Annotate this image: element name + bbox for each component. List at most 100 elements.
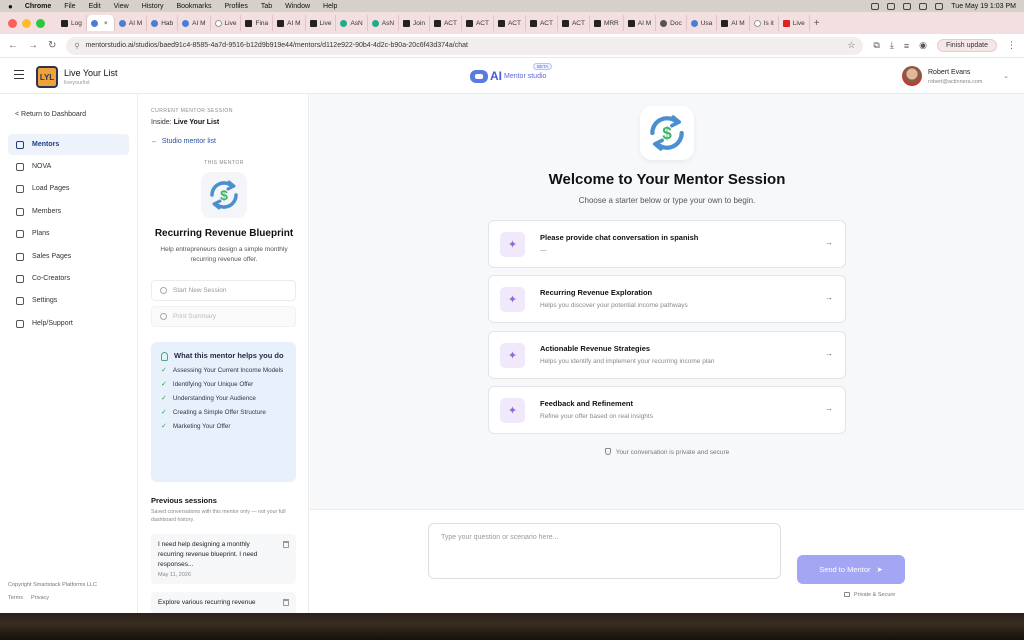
session-item[interactable]: I need help designing a monthly recurrin… xyxy=(151,534,296,584)
menu-tab[interactable]: Tab xyxy=(261,3,272,10)
browser-tab[interactable]: Usa xyxy=(687,15,718,31)
chrome-menu-icon[interactable]: ⋮ xyxy=(1007,40,1016,51)
browser-tab[interactable]: AI M xyxy=(273,15,306,31)
browser-tab[interactable]: AI M xyxy=(624,15,657,31)
browser-tab[interactable]: ACT xyxy=(462,15,494,31)
terms-link[interactable]: Terms xyxy=(8,595,23,601)
status-icon[interactable] xyxy=(887,2,896,10)
profile-icon[interactable]: ◉ xyxy=(919,40,927,51)
menu-chrome[interactable]: Chrome xyxy=(25,3,51,10)
menu-window[interactable]: Window xyxy=(285,3,310,10)
browser-tab[interactable]: Log xyxy=(57,15,87,31)
apple-icon[interactable]: ● xyxy=(8,2,13,11)
session-item[interactable]: Explore various recurring revenue xyxy=(151,592,296,613)
menu-profiles[interactable]: Profiles xyxy=(224,3,247,10)
site-info-icon[interactable]: ⚲ xyxy=(74,42,79,50)
browser-tab[interactable]: ACT xyxy=(558,15,590,31)
close-tab-icon[interactable]: × xyxy=(104,20,108,27)
user-avatar[interactable] xyxy=(902,66,922,86)
app-window: LYL Live Your List liveyourlist AI Mento… xyxy=(0,58,1024,613)
sidebar-item-members[interactable]: Members xyxy=(8,201,129,222)
browser-tab[interactable]: ACT xyxy=(494,15,526,31)
browser-tab[interactable]: Join xyxy=(399,15,430,31)
download-icon[interactable]: ⤓ xyxy=(890,40,894,51)
studio-logo[interactable]: LYL xyxy=(36,66,58,88)
welcome-subtitle: Choose a starter below or type your own … xyxy=(578,196,756,205)
studio-mentor-list-link[interactable]: ← Studio mentor list xyxy=(151,138,216,145)
sidebar-item-sales-pages[interactable]: Sales Pages xyxy=(8,246,129,267)
starter-card[interactable]: ✦ Recurring Revenue Exploration Helps yo… xyxy=(488,275,846,323)
minimize-window-icon[interactable] xyxy=(22,18,31,28)
browser-tab[interactable]: Live xyxy=(306,15,337,31)
menu-edit[interactable]: Edit xyxy=(89,3,101,10)
tab-favicon-icon xyxy=(561,19,569,27)
tab-favicon-icon xyxy=(529,19,537,27)
address-bar[interactable]: ⚲ mentorstudio.ai/studios/baed91c4-8585-… xyxy=(66,36,864,55)
menu-file[interactable]: File xyxy=(64,3,75,10)
recurring-dollar-icon: $ xyxy=(210,180,238,210)
sidebar-item-nova[interactable]: NOVA xyxy=(8,156,129,177)
browser-tab[interactable]: Fina xyxy=(241,15,274,31)
check-icon: ✓ xyxy=(161,423,167,430)
trash-icon[interactable] xyxy=(283,541,289,548)
browser-tab[interactable]: Hab xyxy=(147,15,179,31)
send-to-mentor-button[interactable]: Send to Mentor ➤ xyxy=(797,555,905,584)
print-summary-button[interactable]: Print Summary xyxy=(151,306,296,327)
tab-favicon-icon xyxy=(753,19,761,27)
menu-help[interactable]: Help xyxy=(323,3,337,10)
browser-tab[interactable]: Live xyxy=(779,15,810,31)
back-arrow-icon[interactable]: ← xyxy=(8,40,18,51)
chevron-down-icon[interactable]: ⌄ xyxy=(1003,72,1009,80)
browser-tab[interactable]: ACT xyxy=(526,15,558,31)
menu-view[interactable]: View xyxy=(114,3,129,10)
forward-arrow-icon[interactable]: → xyxy=(28,40,38,51)
control-center-icon[interactable] xyxy=(935,2,944,10)
browser-tab[interactable]: AsN xyxy=(368,15,400,31)
tab-favicon-icon xyxy=(309,19,317,27)
return-to-dashboard-link[interactable]: < Return to Dashboard xyxy=(15,111,86,118)
wifi-icon[interactable] xyxy=(919,2,928,10)
new-tab-button[interactable]: + xyxy=(814,18,820,29)
hamburger-menu-icon[interactable] xyxy=(14,70,24,80)
tab-favicon-icon xyxy=(690,19,698,27)
menu-history[interactable]: History xyxy=(142,3,164,10)
browser-tab-active[interactable]: × xyxy=(86,15,115,31)
browser-tab[interactable]: ACT xyxy=(430,15,462,31)
starter-card[interactable]: ✦ Actionable Revenue Strategies Helps yo… xyxy=(488,331,846,379)
browser-tab[interactable]: AI M xyxy=(178,15,211,31)
battery-icon[interactable] xyxy=(903,2,912,10)
starter-card[interactable]: ✦ Please provide chat conversation in sp… xyxy=(488,220,846,268)
start-new-session-button[interactable]: Start New Session xyxy=(151,280,296,301)
bookmark-star-icon[interactable]: ☆ xyxy=(847,40,855,51)
back-arrow-icon: ← xyxy=(151,138,158,145)
browser-tab[interactable]: Doc xyxy=(656,15,687,31)
extensions-icon[interactable]: ⧉ xyxy=(873,40,879,51)
menu-bookmarks[interactable]: Bookmarks xyxy=(176,3,211,10)
sidebar-item-plans[interactable]: Plans xyxy=(8,223,129,244)
maximize-window-icon[interactable] xyxy=(36,18,45,28)
chat-input[interactable] xyxy=(428,523,781,579)
browser-tab[interactable]: Is it xyxy=(750,15,779,31)
reload-icon[interactable]: ↻ xyxy=(48,40,56,51)
trash-icon[interactable] xyxy=(283,599,289,606)
browser-tab[interactable]: AsN xyxy=(336,15,368,31)
browser-tab[interactable]: MRR xyxy=(590,15,624,31)
briefcase-icon xyxy=(16,140,24,149)
media-icon[interactable]: ≡ xyxy=(904,41,909,51)
browser-tab[interactable]: AI M xyxy=(717,15,750,31)
sidebar-item-mentors[interactable]: Mentors xyxy=(8,134,129,155)
browser-tab[interactable]: AI M xyxy=(115,15,148,31)
browser-tab[interactable]: Live xyxy=(211,15,242,31)
sidebar-item-settings[interactable]: Settings xyxy=(8,290,129,311)
menubar-clock[interactable]: Tue May 19 1:03 PM xyxy=(951,3,1016,10)
mentor-studio-logo[interactable]: AI Mentor studio BETA xyxy=(470,63,553,87)
finish-update-button[interactable]: Finish update xyxy=(936,39,997,52)
user-name[interactable]: Robert Evans xyxy=(928,69,970,76)
status-icon[interactable] xyxy=(871,2,880,10)
sidebar-item-load-pages[interactable]: Load Pages xyxy=(8,178,129,199)
privacy-link[interactable]: Privacy xyxy=(31,595,49,601)
starter-card[interactable]: ✦ Feedback and Refinement Refine your of… xyxy=(488,386,846,434)
sidebar-item-help-support[interactable]: Help/Support xyxy=(8,313,129,334)
close-window-icon[interactable] xyxy=(8,18,17,28)
sidebar-item-co-creators[interactable]: Co-Creators xyxy=(8,268,129,289)
